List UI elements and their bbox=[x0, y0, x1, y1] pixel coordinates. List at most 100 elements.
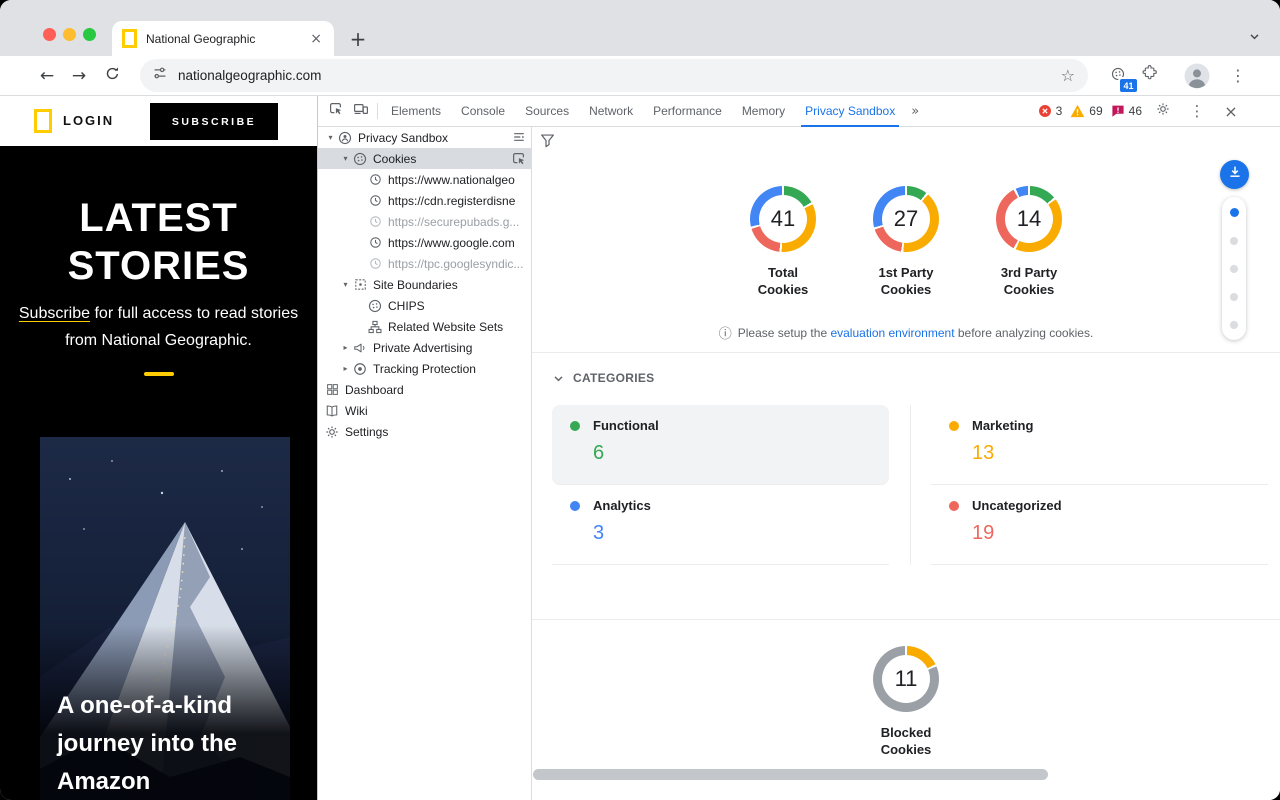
privacy-sandbox-content: 41Total Cookies271st Party Cookies143rd … bbox=[532, 127, 1280, 800]
donut-total-cookies-label: Total Cookies bbox=[746, 264, 820, 298]
device-toolbar-button[interactable] bbox=[348, 96, 374, 126]
tree-item-private-advertising[interactable]: ▸Private Advertising bbox=[318, 337, 531, 358]
headline-line2: STORIES bbox=[0, 242, 317, 290]
category-count: 3 bbox=[593, 522, 871, 545]
subscribe-button[interactable]: SUBSCRIBE bbox=[150, 103, 278, 140]
inspect-icon[interactable] bbox=[511, 151, 526, 166]
grid-icon bbox=[324, 382, 340, 398]
download-button[interactable] bbox=[1220, 160, 1249, 189]
more-tabs-button[interactable]: » bbox=[905, 96, 925, 126]
nav-dot-4[interactable] bbox=[1230, 321, 1238, 329]
tree-item-https-www-google-com[interactable]: https://www.google.com bbox=[318, 232, 531, 253]
privacy-icon bbox=[337, 130, 353, 146]
devtools-tab-network[interactable]: Network bbox=[579, 96, 643, 126]
devtools-tab-console[interactable]: Console bbox=[451, 96, 515, 126]
tree-item-https-www-nationalgeo[interactable]: https://www.nationalgeo bbox=[318, 169, 531, 190]
chevron-down-icon bbox=[1249, 29, 1260, 47]
reload-button[interactable] bbox=[98, 56, 126, 95]
devtools-tab-privacy-sandbox[interactable]: Privacy Sandbox bbox=[795, 96, 905, 126]
cookie-icon bbox=[352, 151, 368, 167]
bookmark-star-icon[interactable]: ☆ bbox=[1061, 66, 1075, 85]
donut-3rd-party-cookies-value: 14 bbox=[1017, 206, 1041, 232]
warning-count[interactable]: 69 bbox=[1070, 104, 1102, 118]
new-tab-button[interactable]: + bbox=[344, 25, 372, 53]
browser-tab[interactable]: National Geographic × bbox=[112, 21, 334, 56]
donut-total-cookies-ring: 41 bbox=[750, 186, 816, 252]
issues-count[interactable]: 46 bbox=[1111, 104, 1142, 118]
setup-info: ⓘ Please setup the evaluation environmen… bbox=[532, 323, 1280, 342]
tab-close-icon[interactable]: × bbox=[308, 31, 324, 47]
category-dot bbox=[949, 501, 959, 511]
category-card-analytics[interactable]: Analytics3 bbox=[552, 485, 889, 565]
extensions-puzzle-icon[interactable] bbox=[1142, 64, 1158, 85]
category-card-uncategorized[interactable]: Uncategorized19 bbox=[931, 485, 1268, 565]
sidebar-menu-icon[interactable] bbox=[512, 130, 526, 144]
nav-dot-1[interactable] bbox=[1230, 237, 1238, 245]
devtools-close-button[interactable]: × bbox=[1218, 102, 1244, 121]
categories-header[interactable]: CATEGORIES bbox=[553, 371, 654, 385]
category-card-marketing[interactable]: Marketing13 bbox=[931, 405, 1268, 485]
tree-item-settings[interactable]: Settings bbox=[318, 421, 531, 442]
puzzle-icon bbox=[1142, 64, 1158, 85]
nav-dot-2[interactable] bbox=[1230, 265, 1238, 273]
natgeo-logo[interactable] bbox=[34, 109, 52, 133]
address-bar[interactable]: nationalgeographic.com ☆ bbox=[140, 59, 1088, 92]
error-count[interactable]: 3 bbox=[1038, 104, 1063, 118]
extension-cookie-icon[interactable]: 41 bbox=[1103, 61, 1133, 91]
traffic-zoom-button[interactable] bbox=[83, 28, 96, 41]
site-info-icon[interactable] bbox=[153, 66, 167, 85]
login-link[interactable]: LOGIN bbox=[63, 113, 114, 128]
cookie-icon bbox=[367, 298, 383, 314]
donut-total-cookies: 41 Total Cookies bbox=[738, 186, 828, 298]
gear-icon bbox=[324, 424, 340, 440]
traffic-close-button[interactable] bbox=[43, 28, 56, 41]
tree-item-https-tpc-googlesyndic[interactable]: https://tpc.googlesyndic... bbox=[318, 253, 531, 274]
tree-item-tracking-protection[interactable]: ▸Tracking Protection bbox=[318, 358, 531, 379]
tree-item-label: https://cdn.registerdisne bbox=[388, 194, 515, 208]
profile-avatar[interactable] bbox=[1184, 63, 1210, 89]
inspect-element-button[interactable] bbox=[322, 96, 348, 126]
devtools-tab-sources[interactable]: Sources bbox=[515, 96, 579, 126]
tree-item-https-cdn-registerdisne[interactable]: https://cdn.registerdisne bbox=[318, 190, 531, 211]
donut-total-cookies-value: 41 bbox=[771, 206, 795, 232]
tree-item-site-boundaries[interactable]: ▾Site Boundaries bbox=[318, 274, 531, 295]
nav-dot-0[interactable] bbox=[1230, 208, 1239, 217]
devtools-tab-elements[interactable]: Elements bbox=[381, 96, 451, 126]
inspect-icon bbox=[328, 101, 343, 121]
category-card-functional[interactable]: Functional6 bbox=[552, 405, 889, 485]
tree-item-privacy-sandbox[interactable]: ▾Privacy Sandbox bbox=[318, 127, 531, 148]
browser-menu-button[interactable]: ⋮ bbox=[1226, 63, 1250, 89]
yellow-divider bbox=[144, 372, 174, 376]
forward-button[interactable]: → bbox=[65, 56, 93, 95]
tree-item-dashboard[interactable]: Dashboard bbox=[318, 379, 531, 400]
chevron-expanded-icon[interactable]: ▾ bbox=[339, 280, 352, 289]
tree-item-label: Dashboard bbox=[345, 383, 404, 397]
tree-item-chips[interactable]: CHIPS bbox=[318, 295, 531, 316]
devtools-tab-performance[interactable]: Performance bbox=[643, 96, 732, 126]
donut-blocked-cookies-ring: 11 bbox=[873, 646, 939, 712]
category-count: 6 bbox=[593, 442, 871, 465]
tree-item-https-securepubads-g[interactable]: https://securepubads.g... bbox=[318, 211, 531, 232]
subscribe-text-link[interactable]: Subscribe bbox=[19, 305, 90, 322]
horizontal-scrollbar[interactable] bbox=[533, 769, 1048, 780]
chevron-collapsed-icon[interactable]: ▸ bbox=[339, 343, 352, 352]
devtools-menu-button[interactable]: ⋮ bbox=[1184, 102, 1210, 120]
filter-button[interactable] bbox=[540, 133, 555, 153]
traffic-minimize-button[interactable] bbox=[63, 28, 76, 41]
chevron-expanded-icon[interactable]: ▾ bbox=[339, 154, 352, 163]
chevron-expanded-icon[interactable]: ▾ bbox=[324, 133, 337, 142]
tree-item-wiki[interactable]: Wiki bbox=[318, 400, 531, 421]
evaluation-environment-link[interactable]: evaluation environment bbox=[830, 326, 954, 340]
donut-1st-party-cookies-label: 1st Party Cookies bbox=[869, 264, 943, 298]
chevron-collapsed-icon[interactable]: ▸ bbox=[339, 364, 352, 373]
devtools-settings-button[interactable] bbox=[1150, 102, 1176, 121]
tree-item-cookies[interactable]: ▾Cookies bbox=[318, 148, 531, 169]
devtools-tab-memory[interactable]: Memory bbox=[732, 96, 795, 126]
clock-icon bbox=[367, 256, 383, 272]
devtools-tabs: ElementsConsoleSourcesNetworkPerformance… bbox=[381, 96, 905, 126]
back-button[interactable]: ← bbox=[33, 56, 61, 95]
donut-1st-party-cookies-ring: 27 bbox=[873, 186, 939, 252]
tab-search-button[interactable] bbox=[1241, 25, 1267, 51]
nav-dot-3[interactable] bbox=[1230, 293, 1238, 301]
tree-item-related-website-sets[interactable]: Related Website Sets bbox=[318, 316, 531, 337]
